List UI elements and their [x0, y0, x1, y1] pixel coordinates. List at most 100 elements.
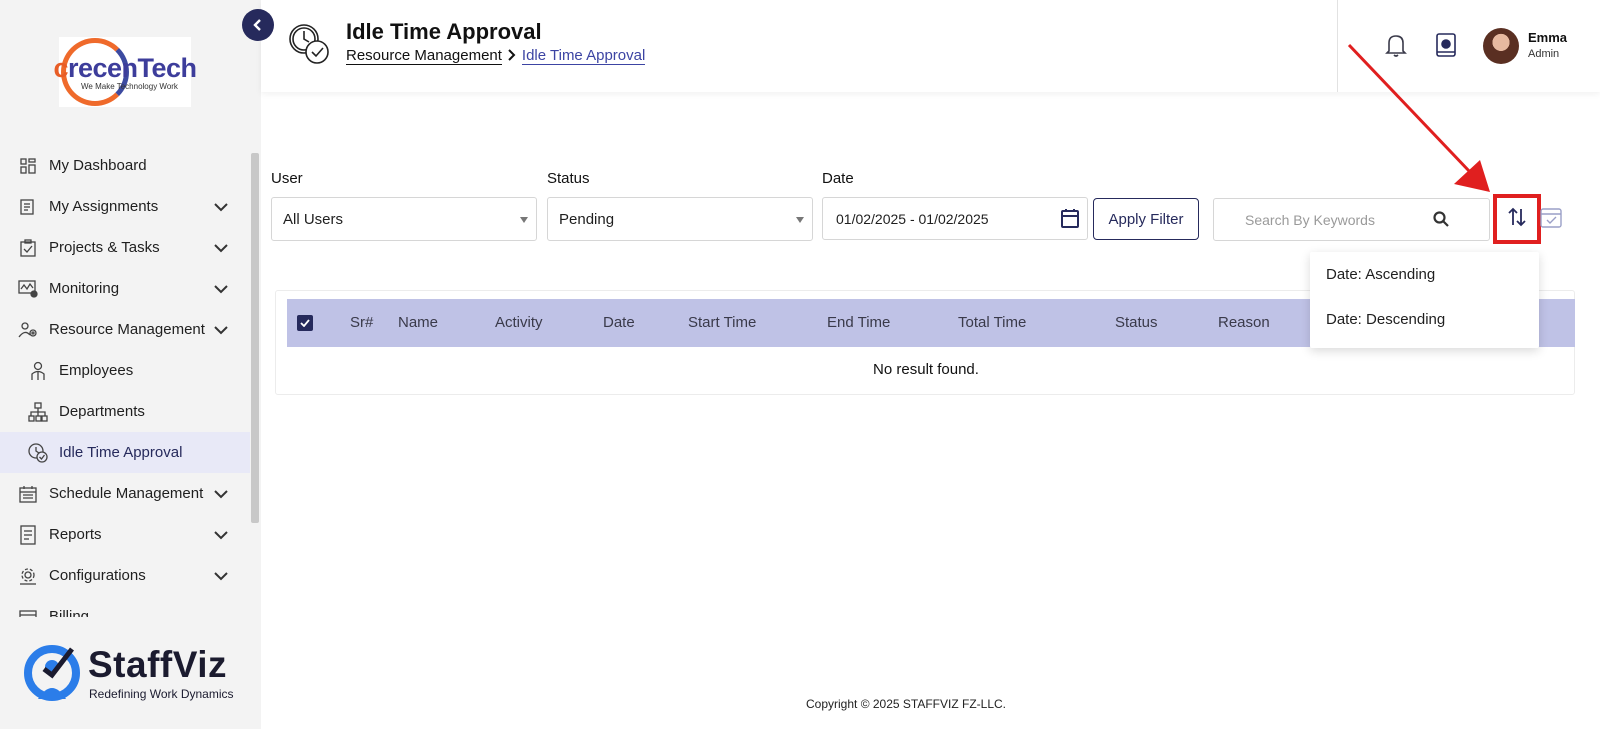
- header-divider: [1337, 0, 1338, 92]
- column-header-end-time: End Time: [827, 314, 891, 331]
- clipboard-icon: [18, 238, 38, 258]
- breadcrumb-resource-management[interactable]: Resource Management: [346, 47, 502, 65]
- sidebar-item-monitoring[interactable]: Monitoring: [0, 268, 250, 309]
- sidebar-nav: My Dashboard My Assignments Projects & T…: [0, 145, 250, 617]
- people-gear-icon: [18, 320, 38, 340]
- dashboard-icon: [18, 156, 38, 176]
- sidebar-item-configurations[interactable]: Configurations: [0, 555, 250, 596]
- staffviz-logo: StaffViz Redefining Work Dynamics: [24, 643, 249, 703]
- apply-filter-button[interactable]: Apply Filter: [1093, 198, 1199, 240]
- sort-option-date-descending[interactable]: Date: Descending: [1326, 311, 1445, 328]
- employee-icon: [28, 361, 48, 381]
- status-filter-label: Status: [547, 170, 590, 187]
- search-input[interactable]: [1215, 200, 1455, 239]
- search-icon[interactable]: [1433, 211, 1449, 232]
- sidebar-item-label: Schedule Management: [49, 485, 204, 502]
- user-select[interactable]: All Users: [271, 197, 537, 241]
- sidebar-item-label: Resource Management: [49, 321, 205, 338]
- sidebar-collapse-button[interactable]: [242, 9, 274, 41]
- chevron-right-icon: [508, 48, 516, 65]
- brand-name: StaffViz: [88, 644, 228, 685]
- footer-copyright: Copyright © 2025 STAFFVIZ FZ-LLC.: [806, 697, 1007, 711]
- assignments-icon: [18, 197, 38, 217]
- sidebar-item-employees[interactable]: Employees: [0, 350, 250, 391]
- column-header-reason: Reason: [1218, 314, 1270, 331]
- sidebar-item-my-dashboard[interactable]: My Dashboard: [0, 145, 250, 186]
- sidebar-item-label: My Dashboard: [49, 157, 147, 174]
- sidebar-item-label: Configurations: [49, 567, 146, 584]
- monitoring-icon: [18, 279, 38, 299]
- sidebar-item-label: My Assignments: [49, 198, 159, 215]
- date-range-value: 01/02/2025 - 01/02/2025: [836, 210, 989, 227]
- breadcrumb: Resource Management Idle Time Approval: [346, 47, 646, 65]
- page-title: Idle Time Approval: [346, 19, 542, 44]
- sort-arrows-icon: [1508, 207, 1526, 232]
- sidebar-item-label: Billing: [49, 608, 90, 617]
- config-icon: [18, 566, 38, 586]
- sidebar-item-reports[interactable]: Reports: [0, 514, 250, 555]
- date-filter-label: Date: [822, 170, 854, 187]
- column-header-date: Date: [603, 314, 635, 331]
- sort-option-date-ascending[interactable]: Date: Ascending: [1326, 266, 1435, 283]
- chevron-down-icon: [214, 322, 228, 339]
- chevron-down-icon: [214, 240, 228, 257]
- calendar-icon: [18, 484, 38, 504]
- sidebar-item-label: Idle Time Approval: [59, 444, 183, 461]
- status-select[interactable]: Pending: [547, 197, 813, 241]
- page-header: Idle Time Approval Resource Management I…: [261, 0, 1600, 92]
- brand-tagline: Redefining Work Dynamics: [89, 687, 234, 701]
- checkmark-icon: [300, 319, 310, 327]
- chevron-left-icon: [253, 19, 261, 31]
- sidebar-item-label: Departments: [59, 403, 145, 420]
- column-header-sr: Sr#: [350, 314, 374, 331]
- sidebar-item-departments[interactable]: Departments: [0, 391, 250, 432]
- sidebar-item-label: Employees: [59, 362, 134, 379]
- breadcrumb-idle-time-approval[interactable]: Idle Time Approval: [521, 47, 646, 65]
- sidebar-scrollbar[interactable]: [251, 153, 259, 523]
- column-header-start-time: Start Time: [688, 314, 757, 331]
- sidebar-item-label: Projects & Tasks: [49, 239, 160, 256]
- date-range-input[interactable]: 01/02/2025 - 01/02/2025: [822, 197, 1088, 240]
- chevron-down-icon: [214, 527, 228, 544]
- clock-check-icon: [28, 442, 48, 463]
- report-icon: [18, 524, 38, 545]
- billing-icon: [18, 607, 38, 617]
- chevron-down-icon: [214, 281, 228, 298]
- status-select-value: Pending: [559, 210, 615, 228]
- avatar[interactable]: [1483, 28, 1519, 64]
- chevron-down-icon: [214, 199, 228, 216]
- sidebar-item-schedule-management[interactable]: Schedule Management: [0, 473, 250, 514]
- caret-down-icon: [520, 217, 528, 223]
- sidebar-item-label: Monitoring: [49, 280, 120, 297]
- chevron-down-icon: [214, 568, 228, 585]
- sidebar-item-label: Reports: [49, 526, 102, 543]
- column-header-status: Status: [1115, 314, 1158, 331]
- column-header-total-time: Total Time: [958, 314, 1027, 331]
- column-header-name: Name: [398, 314, 439, 331]
- sidebar-item-idle-time-approval[interactable]: Idle Time Approval: [0, 432, 250, 473]
- column-header-activity: Activity: [495, 314, 543, 331]
- sidebar-item-billing[interactable]: Billing: [0, 596, 250, 617]
- sidebar-item-resource-management[interactable]: Resource Management: [0, 309, 250, 350]
- user-role: Admin: [1528, 48, 1560, 60]
- sort-button[interactable]: [1493, 194, 1541, 244]
- user-select-value: All Users: [283, 210, 344, 228]
- bell-icon[interactable]: [1385, 32, 1407, 63]
- sort-dropdown: Date: Ascending Date: Descending: [1310, 252, 1539, 348]
- user-name: Emma: [1528, 30, 1568, 45]
- sidebar-item-my-assignments[interactable]: My Assignments: [0, 186, 250, 227]
- calendar-icon[interactable]: [1061, 208, 1079, 231]
- caret-down-icon: [796, 217, 804, 223]
- clock-check-icon: [287, 22, 331, 71]
- calendar-check-icon[interactable]: [1539, 205, 1563, 234]
- org-chart-icon: [28, 401, 48, 422]
- chevron-down-icon: [214, 486, 228, 503]
- crecentech-logo: crecenTech We Make Technology Work: [53, 37, 197, 107]
- empty-state-message: No result found.: [873, 361, 979, 378]
- staffviz-mark-icon: [24, 645, 80, 701]
- select-all-checkbox[interactable]: [297, 315, 313, 331]
- user-filter-label: User: [271, 170, 303, 187]
- sidebar: crecenTech We Make Technology Work My Da…: [0, 0, 261, 729]
- sidebar-item-projects-tasks[interactable]: Projects & Tasks: [0, 227, 250, 268]
- settings-book-icon[interactable]: [1435, 32, 1457, 63]
